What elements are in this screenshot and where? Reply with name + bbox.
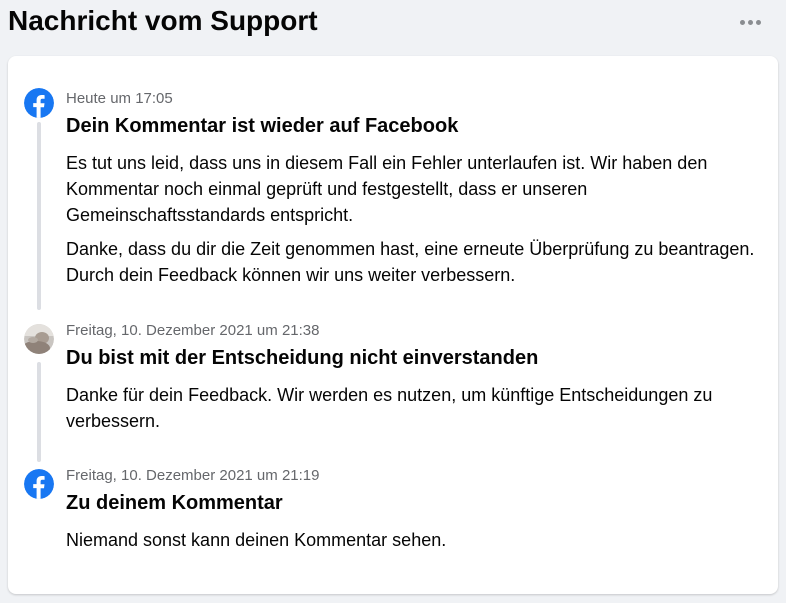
message-title: Dein Kommentar ist wieder auf Facebook: [66, 115, 459, 137]
message-timestamp: Freitag, 10. Dezember 2021 um 21:38: [66, 322, 320, 339]
message-text: Danke für dein Feedback. Wir werden es n…: [66, 385, 713, 431]
message-entry: Freitag, 10. Dezember 2021 um 21:38 Du b…: [66, 322, 762, 434]
message-text: Niemand sonst kann deinen Kommentar sehe…: [66, 530, 447, 550]
facebook-logo-icon: [24, 469, 54, 499]
message-timestamp: Freitag, 10. Dezember 2021 um 21:19: [66, 467, 320, 484]
page-title: Nachricht vom Support: [8, 5, 318, 36]
message-title: Zu deinem Kommentar: [66, 492, 283, 514]
message-timestamp: Heute um 17:05: [66, 90, 173, 107]
timeline-connector: [37, 122, 41, 310]
header: Nachricht vom Support: [8, 0, 778, 50]
user-avatar[interactable]: [24, 324, 54, 354]
more-horizontal-icon-dot: [755, 19, 761, 25]
more-horizontal-icon-dot: [747, 19, 753, 25]
message-entry: Heute um 17:05 Dein Kommentar ist wieder…: [66, 90, 762, 288]
message-text: Danke, dass du dir die Zeit genommen has…: [66, 239, 755, 285]
facebook-logo-icon: [24, 88, 54, 118]
message-text: Es tut uns leid, dass uns in diesem Fall…: [66, 153, 708, 225]
timeline-connector: [37, 362, 41, 462]
message-entry: Freitag, 10. Dezember 2021 um 21:19 Zu d…: [66, 467, 762, 553]
more-options-button[interactable]: [736, 12, 764, 32]
message-title: Du bist mit der Entscheidung nicht einve…: [66, 347, 539, 369]
more-horizontal-icon: [739, 19, 745, 25]
support-messages-card: Heute um 17:05 Dein Kommentar ist wieder…: [8, 56, 778, 594]
